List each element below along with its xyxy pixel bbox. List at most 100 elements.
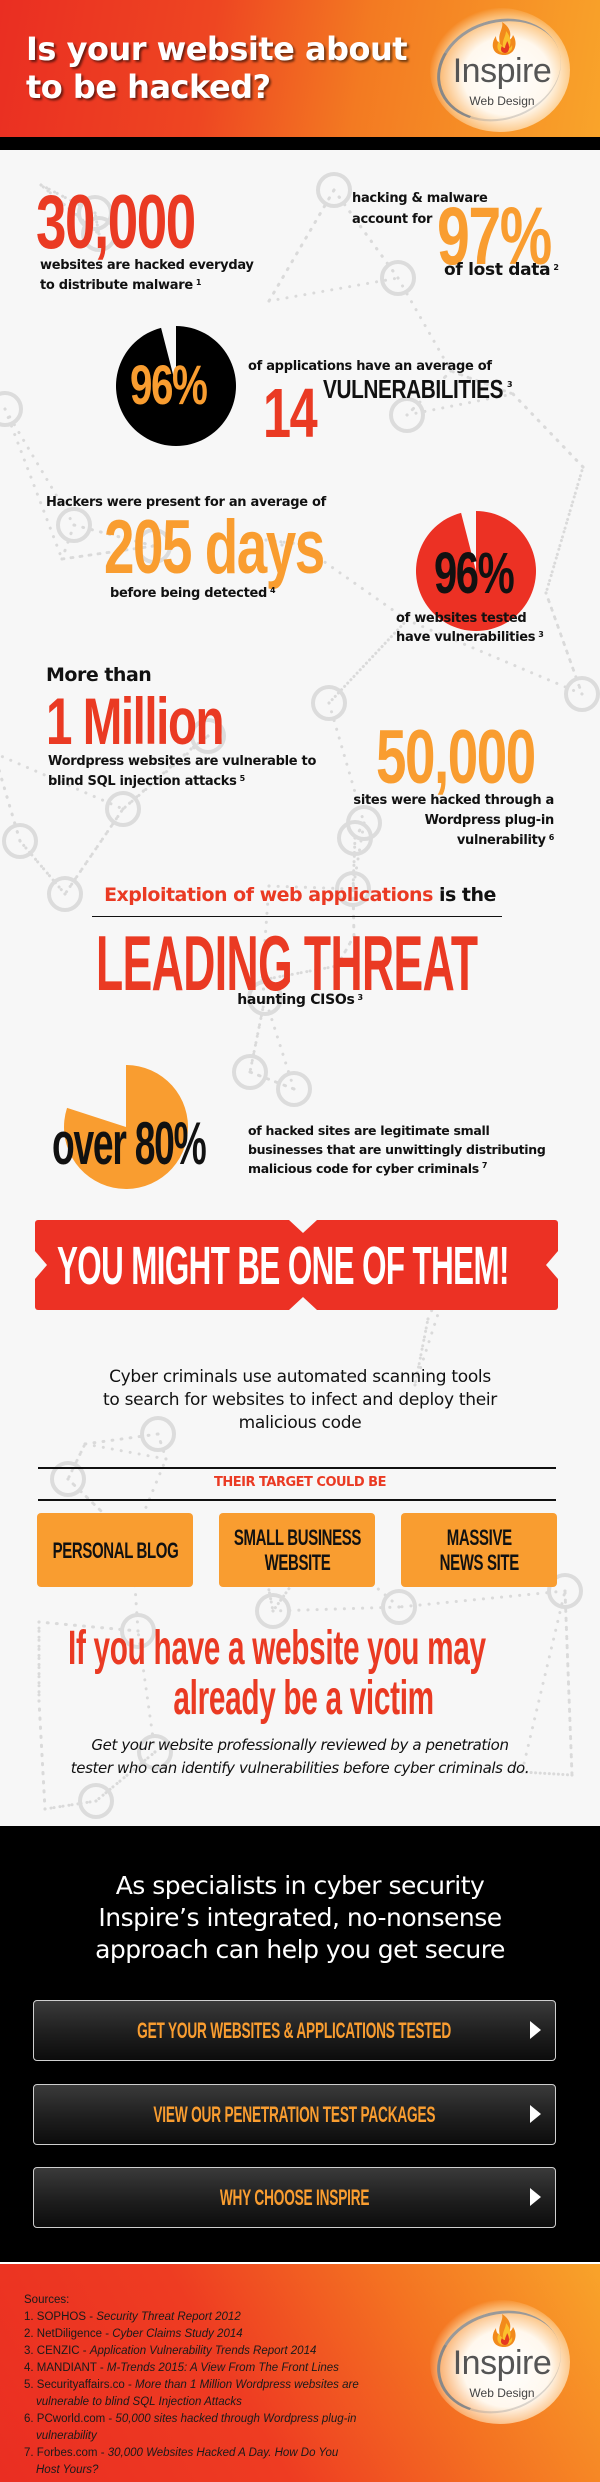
network-node <box>0 391 23 427</box>
source-item: 7. Forbes.com - 30,000 Websites Hacked A… <box>24 2447 339 2476</box>
source-title: Security Threat Report 2012 <box>96 2311 241 2323</box>
victim-headline-text: If you have a website you may already be… <box>68 1624 600 1724</box>
network-link <box>3 407 64 561</box>
logo-name: Inspire <box>452 52 552 90</box>
sources-list: Sources: 1. SOPHOS - Security Threat Rep… <box>24 2292 364 2479</box>
cta-title-line: approach can help you get secure <box>95 1935 505 1964</box>
stat-96-apps-caption: of applications have an average of <box>248 359 492 374</box>
page-title-line2: to be hacked? <box>26 68 271 106</box>
caption-line: websites are hacked everyday <box>40 258 254 273</box>
banner-text: YOU MIGHT BE ONE OF THEM! <box>57 1236 509 1296</box>
network-link <box>267 276 400 303</box>
target-rule-bottom <box>38 1499 556 1501</box>
source-item: 2. NetDiligence - Cyber Claims Study 201… <box>24 2328 243 2340</box>
stat-1-million: 1 Million <box>46 688 292 754</box>
stat-205-caption-bottom: before being detected 4 <box>110 585 276 602</box>
target-label-line: WEBSITE <box>264 1550 330 1575</box>
inspire-logo[interactable]: Inspire Web Design <box>420 2 575 138</box>
caption-line: Wordpress websites are vulnerable to <box>48 754 317 769</box>
leading-threat-headline: LEADING THREAT <box>96 924 600 1002</box>
stat-96-apps: 96% <box>130 357 236 413</box>
stat-value: 205 days <box>104 505 325 590</box>
target-small-business: SMALL BUSINESS WEBSITE <box>219 1513 375 1587</box>
stat-value: 1 Million <box>46 684 225 758</box>
view-packages-button[interactable]: VIEW OUR PENETRATION TEST PACKAGES <box>33 2084 556 2145</box>
stat-205-days: 205 days <box>104 510 409 586</box>
source-org: Forbes.com <box>36 2447 98 2459</box>
stat-50000-caption: sites were hacked through a Wordpress pl… <box>344 791 554 851</box>
caption-line: malicious code for cyber criminals <box>248 1161 479 1176</box>
flame-icon <box>492 2314 516 2347</box>
caption-line: Wordpress plug-in vulnerability <box>424 813 555 848</box>
target-news-site: MASSIVE NEWS SITE <box>401 1513 557 1587</box>
network-link <box>271 1605 401 1613</box>
network-link <box>511 392 585 469</box>
stat-96-websites-caption: of websites tested have vulnerabilities 3 <box>396 609 544 647</box>
caption-line: to distribute malware <box>40 278 193 293</box>
arrow-right-icon <box>530 2021 541 2039</box>
source-org: PCworld.com <box>36 2413 106 2425</box>
footnote-ref: 6 <box>548 833 555 842</box>
footnote-ref: 5 <box>239 774 246 783</box>
target-rule-top <box>38 1467 556 1469</box>
stat-96-websites: 96% <box>434 545 544 603</box>
banner-notch <box>35 1251 47 1279</box>
text-line: malicious code <box>238 1413 362 1433</box>
targets-heading: THEIR TARGET COULD BE <box>214 1475 386 1490</box>
target-label-line: PERSONAL BLOG <box>52 1537 178 1563</box>
caption-line: blind SQL injection attacks <box>48 774 237 789</box>
caption-line: of hacked sites are legitimate small <box>248 1123 490 1138</box>
stat-value: 30,000 <box>36 180 196 265</box>
footnote-ref: 3 <box>538 630 544 639</box>
flame-icon <box>492 22 516 55</box>
sub-text: haunting CISOs <box>237 992 355 1008</box>
source-num: 1. <box>24 2311 34 2323</box>
headline-text: LEADING THREAT <box>96 919 478 1007</box>
caption-line: of lost data <box>444 260 551 280</box>
footnote-ref: 7 <box>481 1161 488 1170</box>
logo-tagline: Web Design <box>469 2386 535 2400</box>
target-label: SMALL BUSINESS WEBSITE <box>233 1525 360 1575</box>
stat-million-caption: Wordpress websites are vulnerable to bli… <box>48 752 316 792</box>
logo-tagline: Web Design <box>469 94 535 108</box>
scanning-tools-text: Cyber criminals use automated scanning t… <box>0 1366 600 1435</box>
banner-notch <box>289 1220 317 1233</box>
caption-line: sites were hacked through a <box>353 793 554 808</box>
leading-highlight: Exploitation of web applications <box>104 884 433 906</box>
body-line: tester who can identify vulnerabilities … <box>70 1759 530 1777</box>
sources-label: Sources: <box>24 2294 70 2306</box>
source-num: 4. <box>24 2362 34 2374</box>
leading-threat-intro: Exploitation of web applications is the <box>0 884 600 906</box>
button-label: GET YOUR WEBSITES & APPLICATIONS TESTED <box>137 2017 452 2043</box>
target-label-line: SMALL BUSINESS <box>233 1525 361 1550</box>
victim-headline: If you have a website you may already be… <box>68 1624 600 1724</box>
source-num: 3. <box>24 2345 34 2357</box>
cta-title: As specialists in cyber security Inspire… <box>0 1870 600 1966</box>
page-title-line1: Is your website about <box>26 30 408 68</box>
stat-value: 14 <box>263 374 318 452</box>
footnote-ref: 3 <box>507 380 513 389</box>
stat-value: 96% <box>434 541 515 606</box>
logo-name: Inspire <box>452 2344 552 2382</box>
banner-notch <box>546 1251 558 1279</box>
banner-notch <box>289 1297 317 1310</box>
source-item: 4. MANDIANT - M-Trends 2015: A View From… <box>24 2362 339 2374</box>
source-org: NetDiligence <box>36 2328 102 2340</box>
target-label-line: NEWS SITE <box>439 1550 519 1575</box>
why-choose-inspire-button[interactable]: WHY CHOOSE INSPIRE <box>33 2167 556 2228</box>
get-tested-button[interactable]: GET YOUR WEBSITES & APPLICATIONS TESTED <box>33 2000 556 2061</box>
source-item: 1. SOPHOS - Security Threat Report 2012 <box>24 2311 241 2323</box>
vulnerabilities-text: VULNERABILITIES <box>323 374 504 404</box>
footer-inspire-logo[interactable]: Inspire Web Design <box>420 2294 575 2430</box>
source-title: M-Trends 2015: A View From The Front Lin… <box>106 2362 339 2374</box>
header-divider <box>0 137 600 150</box>
text-line: to search for websites to infect and dep… <box>103 1390 497 1410</box>
stat-million-lead: More than <box>46 664 152 686</box>
source-org: Securityaffairs.co <box>36 2379 125 2391</box>
cta-title-line: Inspire’s integrated, no-nonsense <box>98 1903 502 1932</box>
source-title: Cyber Claims Study 2014 <box>112 2328 243 2340</box>
button-label: VIEW OUR PENETRATION TEST PACKAGES <box>153 2101 436 2127</box>
page-title: Is your website about to be hacked? <box>26 30 408 106</box>
source-num: 2. <box>24 2328 34 2340</box>
you-might-be-one-banner: YOU MIGHT BE ONE OF THEM! <box>35 1220 558 1310</box>
